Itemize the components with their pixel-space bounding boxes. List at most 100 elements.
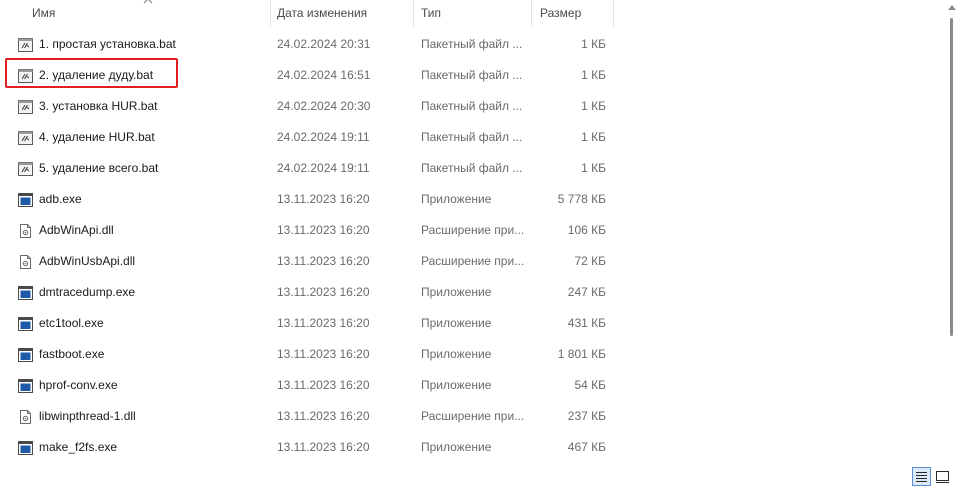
file-date: 13.11.2023 16:20 [277, 409, 370, 423]
file-size: 54 КБ [574, 378, 606, 392]
tiles-view-button[interactable] [933, 467, 952, 486]
dll-file-icon [20, 255, 31, 269]
file-name: 3. установка HUR.bat [39, 99, 158, 113]
file-row[interactable]: etc1tool.exe 13.11.2023 16:20 Приложение 43… [0, 308, 944, 339]
file-date: 13.11.2023 16:20 [277, 440, 370, 454]
file-name: 1. простая установка.bat [39, 37, 176, 51]
column-header-size[interactable]: Размер [540, 0, 581, 27]
file-type: Приложение [421, 285, 492, 299]
file-date: 24.02.2024 20:31 [277, 37, 371, 51]
file-row[interactable]: libwinpthread-1.dll 13.11.2023 16:20 Расши… [0, 401, 944, 432]
file-row[interactable]: 3. установка HUR.bat 24.02.2024 20:30 Паке… [0, 91, 944, 122]
column-divider[interactable] [413, 0, 414, 27]
file-row[interactable]: 5. удаление всего.bat 24.02.2024 19:11 Пак… [0, 153, 944, 184]
file-type: Пакетный файл ... [421, 37, 523, 51]
file-row[interactable]: 1. простая установка.bat 24.02.2024 20:31… [0, 29, 944, 60]
file-name: 2. удаление дуду.bat [39, 68, 154, 82]
file-row[interactable]: hprof-conv.exe 13.11.2023 16:20 Приложение… [0, 370, 944, 401]
batch-file-icon [18, 100, 33, 114]
batch-file-icon [18, 38, 33, 52]
file-date: 24.02.2024 19:11 [277, 161, 370, 175]
file-name: etc1tool.exe [39, 316, 104, 330]
file-date: 24.02.2024 16:51 [277, 68, 371, 82]
column-header-bar: Имя Дата изменения Тип Размер [0, 0, 944, 27]
file-type: Приложение [421, 378, 492, 392]
file-size: 72 КБ [574, 254, 606, 268]
file-row[interactable]: AdbWinApi.dll 13.11.2023 16:20 Расширение … [0, 215, 944, 246]
file-size: 1 801 КБ [557, 347, 606, 361]
file-name: AdbWinApi.dll [39, 223, 114, 237]
file-date: 13.11.2023 16:20 [277, 347, 370, 361]
file-explorer-list-view: Имя Дата изменения Тип Размер 1. простая… [0, 0, 960, 488]
file-size: 467 КБ [567, 440, 606, 454]
file-type: Пакетный файл ... [421, 68, 523, 82]
file-name: 5. удаление всего.bat [39, 161, 159, 175]
file-date: 24.02.2024 20:30 [277, 99, 371, 113]
file-size: 1 КБ [581, 130, 606, 144]
file-row[interactable]: adb.exe 13.11.2023 16:20 Приложение 5 778 К… [0, 184, 944, 215]
batch-file-icon [18, 69, 33, 83]
file-name: make_f2fs.exe [39, 440, 118, 454]
file-type: Расширение при... [421, 223, 525, 237]
column-divider[interactable] [270, 0, 271, 27]
file-name: libwinpthread-1.dll [39, 409, 136, 423]
file-type: Приложение [421, 316, 492, 330]
file-size: 237 КБ [567, 409, 606, 423]
column-header-type[interactable]: Тип [421, 0, 441, 27]
file-row[interactable]: AdbWinUsbApi.dll 13.11.2023 16:20 Расширен… [0, 246, 944, 277]
file-row[interactable]: make_f2fs.exe 13.11.2023 16:20 Приложение 4… [0, 432, 944, 463]
dll-file-icon [20, 224, 31, 238]
file-name: 4. удаление HUR.bat [39, 130, 155, 144]
column-header-name[interactable]: Имя [32, 0, 55, 27]
file-row[interactable]: dmtracedump.exe 13.11.2023 16:20 Приложени… [0, 277, 944, 308]
file-name: hprof-conv.exe [39, 378, 118, 392]
file-name: adb.exe [39, 192, 82, 206]
tiles-view-icon [936, 471, 949, 483]
column-header-date[interactable]: Дата изменения [277, 0, 367, 27]
details-view-button[interactable] [912, 467, 931, 486]
scroll-up-icon[interactable] [948, 4, 956, 10]
file-size: 1 КБ [581, 37, 606, 51]
sort-ascending-icon [143, 0, 153, 4]
file-size: 247 КБ [567, 285, 606, 299]
file-type: Приложение [421, 192, 492, 206]
file-type: Приложение [421, 440, 492, 454]
file-type: Пакетный файл ... [421, 99, 523, 113]
application-icon [18, 441, 33, 455]
application-icon [18, 317, 33, 331]
file-name: AdbWinUsbApi.dll [39, 254, 136, 268]
file-date: 13.11.2023 16:20 [277, 378, 370, 392]
file-row[interactable]: fastboot.exe 13.11.2023 16:20 Приложение 1 … [0, 339, 944, 370]
file-type: Расширение при... [421, 254, 525, 268]
file-row[interactable]: 2. удаление дуду.bat 24.02.2024 16:51 Паке… [0, 60, 944, 91]
batch-file-icon [18, 162, 33, 176]
file-row[interactable]: 4. удаление HUR.bat 24.02.2024 19:11 Пакет… [0, 122, 944, 153]
file-type: Приложение [421, 347, 492, 361]
file-size: 1 КБ [581, 99, 606, 113]
vertical-scrollbar[interactable] [944, 0, 960, 488]
application-icon [18, 348, 33, 362]
dll-file-icon [20, 410, 31, 424]
file-type: Расширение при... [421, 409, 525, 423]
file-size: 1 КБ [581, 161, 606, 175]
file-size: 106 КБ [567, 223, 606, 237]
batch-file-icon [18, 131, 33, 145]
column-divider[interactable] [613, 0, 614, 27]
file-name: fastboot.exe [39, 347, 105, 361]
file-type: Пакетный файл ... [421, 161, 523, 175]
file-date: 13.11.2023 16:20 [277, 223, 370, 237]
column-divider[interactable] [531, 0, 532, 27]
file-date: 13.11.2023 16:20 [277, 316, 370, 330]
file-list: 1. простая установка.bat 24.02.2024 20:31… [0, 29, 944, 463]
file-type: Пакетный файл ... [421, 130, 523, 144]
scrollbar-thumb[interactable] [950, 18, 953, 336]
application-icon [18, 379, 33, 393]
application-icon [18, 193, 33, 207]
file-date: 13.11.2023 16:20 [277, 192, 370, 206]
file-date: 13.11.2023 16:20 [277, 254, 370, 268]
file-date: 13.11.2023 16:20 [277, 285, 370, 299]
file-size: 431 КБ [567, 316, 606, 330]
file-date: 24.02.2024 19:11 [277, 130, 370, 144]
details-view-icon [916, 472, 927, 482]
application-icon [18, 286, 33, 300]
